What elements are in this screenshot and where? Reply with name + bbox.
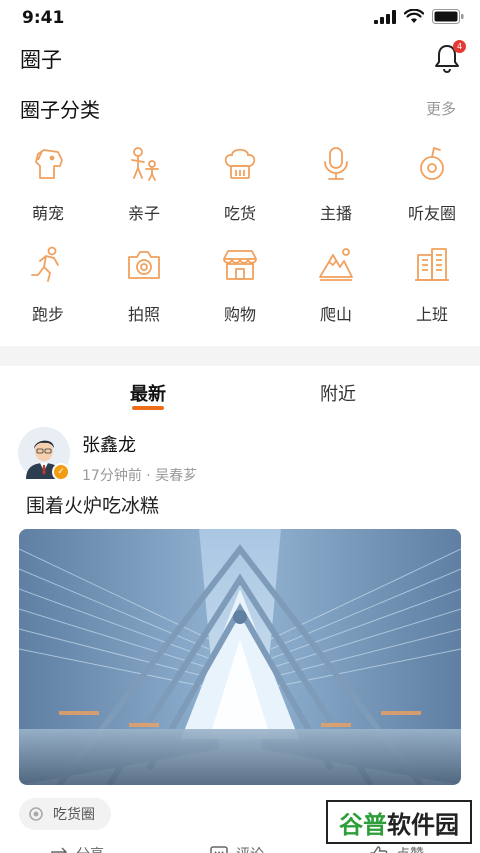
camera-icon bbox=[122, 243, 166, 287]
office-building-icon bbox=[410, 243, 454, 287]
tab-latest[interactable]: 最新 bbox=[108, 380, 188, 406]
tag-label: 吃货圈 bbox=[53, 807, 95, 823]
status-icons bbox=[374, 9, 464, 24]
status-time: 9:41 bbox=[22, 8, 65, 28]
watermark-green-text: 谷普 bbox=[339, 810, 387, 839]
category-item-running[interactable]: 跑步 bbox=[0, 243, 96, 344]
parent-child-icon bbox=[122, 142, 166, 186]
target-icon bbox=[29, 807, 43, 821]
music-note-icon bbox=[410, 142, 454, 186]
section-title: 圈子分类 bbox=[20, 98, 100, 122]
category-item-work[interactable]: 上班 bbox=[384, 243, 480, 344]
comment-icon bbox=[210, 846, 228, 853]
post-text: 围着火炉吃冰糕 bbox=[26, 495, 160, 517]
watermark-logo: 谷普 软件园 bbox=[326, 800, 472, 844]
chef-hat-icon bbox=[218, 142, 262, 186]
category-section-header: 圈子分类 更多 bbox=[0, 94, 480, 124]
tab-nearby[interactable]: 附近 bbox=[298, 380, 378, 406]
category-label: 上班 bbox=[415, 305, 448, 324]
category-label: 主播 bbox=[319, 204, 352, 223]
category-row: 萌宠 亲子 吃货 主播 听友圈 bbox=[0, 142, 480, 243]
category-label: 拍照 bbox=[127, 305, 160, 324]
category-label: 亲子 bbox=[127, 204, 160, 223]
comment-button[interactable]: 评论 bbox=[210, 844, 264, 853]
microphone-icon bbox=[314, 142, 358, 186]
category-label: 萌宠 bbox=[31, 204, 64, 223]
notification-badge: 4 bbox=[453, 40, 466, 53]
comment-label: 评论 bbox=[236, 844, 264, 853]
watermark-dark-text: 软件园 bbox=[387, 810, 459, 839]
category-label: 爬山 bbox=[319, 305, 352, 324]
battery-icon bbox=[432, 9, 464, 24]
more-link[interactable]: 更多 bbox=[426, 98, 456, 119]
thumbs-up-icon bbox=[370, 846, 388, 853]
category-label: 吃货 bbox=[223, 204, 256, 223]
share-button[interactable]: 分享 bbox=[50, 844, 104, 853]
active-tab-indicator bbox=[132, 406, 164, 410]
post-image[interactable] bbox=[19, 529, 461, 785]
section-divider bbox=[0, 346, 480, 366]
status-bar: 9:41 bbox=[0, 0, 480, 36]
category-label: 跑步 bbox=[31, 305, 64, 324]
share-icon bbox=[51, 847, 68, 853]
running-icon bbox=[26, 243, 70, 287]
category-item-listeners[interactable]: 听友圈 bbox=[384, 142, 480, 243]
author-name[interactable]: 张鑫龙 bbox=[82, 431, 136, 457]
verified-badge-icon: ✓ bbox=[52, 463, 70, 481]
category-label: 听友圈 bbox=[407, 204, 456, 223]
corridor-photo bbox=[19, 529, 461, 785]
like-label: 点赞 bbox=[396, 844, 424, 853]
category-grid: 萌宠 亲子 吃货 主播 听友圈 跑步 拍照 购物 爬山 上班 bbox=[0, 142, 480, 344]
signal-icon bbox=[374, 9, 396, 24]
category-item-foodie[interactable]: 吃货 bbox=[192, 142, 288, 243]
category-item-parent-child[interactable]: 亲子 bbox=[96, 142, 192, 243]
category-item-photo[interactable]: 拍照 bbox=[96, 243, 192, 344]
category-label: 购物 bbox=[223, 305, 256, 324]
wifi-icon bbox=[404, 9, 424, 23]
circle-tag[interactable]: 吃货圈 bbox=[19, 798, 111, 830]
feed-tabs: 最新 附近 bbox=[0, 366, 480, 416]
post-meta: 17分钟前 · 吴春芗 bbox=[82, 468, 198, 484]
category-item-shopping[interactable]: 购物 bbox=[192, 243, 288, 344]
mountain-icon bbox=[314, 243, 358, 287]
category-row: 跑步 拍照 购物 爬山 上班 bbox=[0, 243, 480, 344]
page-title: 圈子 bbox=[20, 48, 62, 72]
app-header: 圈子 4 bbox=[0, 38, 480, 82]
avatar[interactable]: ✓ bbox=[18, 427, 70, 481]
notification-button[interactable]: 4 bbox=[432, 40, 466, 74]
pet-dog-icon bbox=[26, 142, 70, 186]
like-button[interactable]: 点赞 bbox=[370, 844, 424, 853]
category-item-pet[interactable]: 萌宠 bbox=[0, 142, 96, 243]
category-item-streamer[interactable]: 主播 bbox=[288, 142, 384, 243]
share-label: 分享 bbox=[76, 844, 104, 853]
shop-icon bbox=[218, 243, 262, 287]
category-item-hiking[interactable]: 爬山 bbox=[288, 243, 384, 344]
